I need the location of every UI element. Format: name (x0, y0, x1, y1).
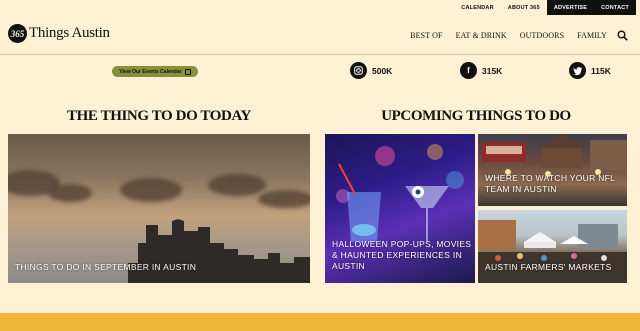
events-calendar-label: View Our Events Calendar (119, 68, 182, 75)
calendar-link[interactable]: CALENDAR (454, 0, 500, 15)
logo-badge: 365 (8, 24, 27, 43)
farmers-market-card[interactable]: AUSTIN FARMERS' MARKETS (478, 210, 627, 283)
farmers-card-title: AUSTIN FARMERS' MARKETS (485, 262, 612, 272)
main-nav: BEST OF EAT & DRINK OUTDOORS FAMILY (397, 30, 628, 41)
september-card-title: THINGS TO DO IN SEPTEMBER IN AUSTIN (15, 262, 197, 272)
tavern-image (482, 134, 627, 177)
site-logo[interactable]: 365 Things Austin (8, 24, 110, 43)
facebook-count: 315K (482, 65, 503, 76)
top-utility-bar: CALENDAR ABOUT 365 ADVERTISE CONTACT (454, 0, 636, 15)
events-calendar-button[interactable]: View Our Events Calendar (112, 66, 198, 77)
today-section-title: THE THING TO DO TODAY (67, 108, 251, 124)
nav-outdoors[interactable]: OUTDOORS (520, 31, 564, 40)
instagram-icon (350, 62, 367, 79)
instagram-follow[interactable]: 500K (350, 62, 392, 79)
search-icon[interactable] (617, 30, 628, 41)
advertise-link[interactable]: ADVERTISE (546, 0, 595, 15)
upcoming-section-title: UPCOMING THINGS TO DO (381, 108, 571, 124)
about-link[interactable]: ABOUT 365 (501, 0, 547, 15)
nav-family[interactable]: FAMILY (577, 31, 607, 40)
contact-link[interactable]: CONTACT (594, 0, 636, 15)
twitter-icon (569, 62, 586, 79)
calendar-icon (184, 68, 191, 75)
nav-eat-drink[interactable]: EAT & DRINK (456, 31, 507, 40)
nav-best-of[interactable]: BEST OF (410, 31, 442, 40)
halloween-card[interactable]: HALLOWEEN POP-UPS, MOVIES & HAUNTED EXPE… (325, 134, 475, 283)
twitter-follow[interactable]: 115K (569, 62, 611, 79)
facebook-icon: f (460, 62, 477, 79)
footer-strip (0, 313, 640, 331)
september-feature-card[interactable]: THINGS TO DO IN SEPTEMBER IN AUSTIN (8, 134, 310, 283)
instagram-count: 500K (372, 65, 393, 76)
header-divider (0, 54, 640, 55)
facebook-follow[interactable]: f 315K (460, 62, 502, 79)
twitter-count: 115K (591, 65, 611, 76)
logo-text: Things Austin (29, 25, 110, 41)
nfl-card-title: WHERE TO WATCH YOUR NFL TEAM IN AUSTIN (485, 173, 615, 194)
nfl-card[interactable]: WHERE TO WATCH YOUR NFL TEAM IN AUSTIN (478, 134, 627, 206)
halloween-card-title: HALLOWEEN POP-UPS, MOVIES & HAUNTED EXPE… (332, 239, 472, 271)
